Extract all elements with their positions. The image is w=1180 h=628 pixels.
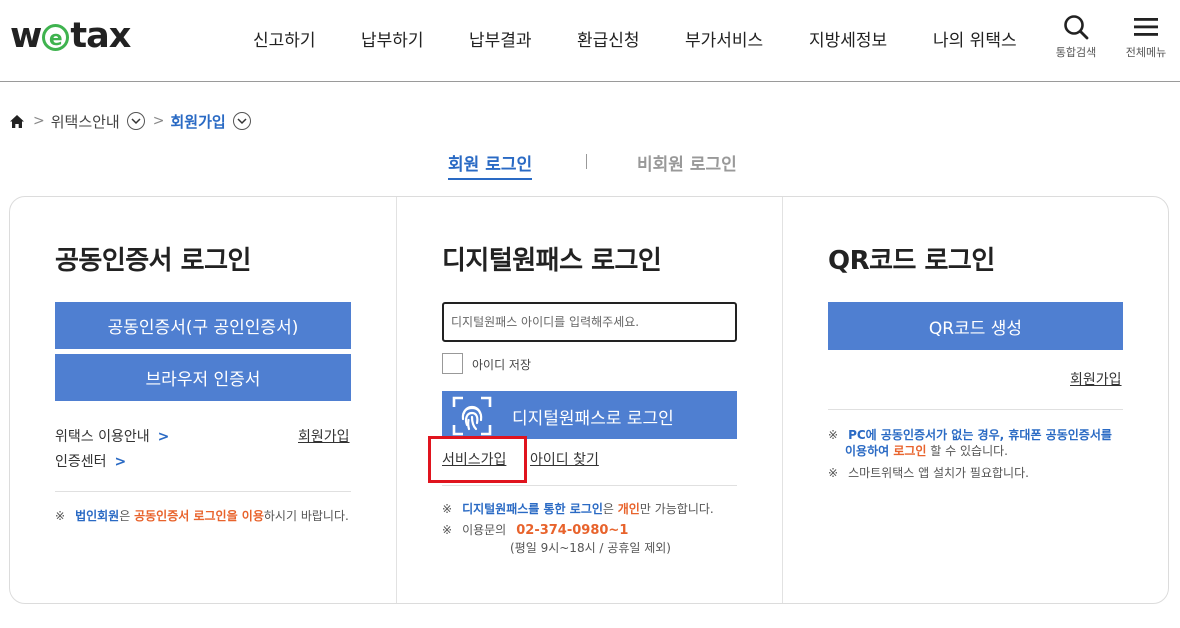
notice-text: 만 가능합니다. bbox=[639, 502, 714, 516]
qr-notice-app: 스마트위택스 앱 설치가 필요합니다. bbox=[848, 466, 1029, 480]
notice-text: 은 bbox=[119, 509, 135, 523]
qr-login-title: QR코드 로그인 bbox=[828, 246, 995, 276]
tab-nonmember-login[interactable]: 비회원 로그인 bbox=[637, 150, 737, 175]
chevron-down-icon[interactable] bbox=[126, 112, 145, 130]
save-id-label: 아이디 저장 bbox=[472, 358, 532, 372]
digital-onepass-title: 디지털원패스 로그인 bbox=[442, 246, 662, 276]
notice-text: 은 bbox=[602, 502, 618, 516]
nav-item-my-wetax[interactable]: 나의 위택스 bbox=[933, 26, 1017, 51]
divider bbox=[442, 485, 737, 486]
full-menu-button[interactable]: 전체메뉴 bbox=[1116, 14, 1176, 60]
signup-link[interactable]: 회원가입 bbox=[298, 426, 350, 446]
qr-notice-1-cont: 이용하여 로그인 할 수 있습니다. bbox=[845, 443, 1008, 460]
fingerprint-icon bbox=[452, 396, 492, 436]
home-icon[interactable] bbox=[9, 114, 25, 129]
qr-notice-2: ※ 스마트위택스 앱 설치가 필요합니다. bbox=[828, 465, 1029, 482]
notice-mark: ※ bbox=[828, 428, 839, 442]
notice-mark: ※ bbox=[442, 502, 453, 516]
inquiry-notice: ※ 이용문의 02-374-0980~1 bbox=[442, 522, 628, 539]
inquiry-phone: 02-374-0980~1 bbox=[516, 523, 629, 538]
search-label: 통합검색 bbox=[1055, 46, 1097, 59]
search-icon bbox=[1064, 15, 1089, 40]
cert-login-title: 공동인증서 로그인 bbox=[55, 246, 251, 276]
nav-item-refund[interactable]: 환급신청 bbox=[577, 26, 640, 51]
column-divider bbox=[782, 197, 783, 603]
nav-item-report[interactable]: 신고하기 bbox=[253, 26, 316, 51]
wetax-logo[interactable]: w e tax bbox=[10, 16, 131, 56]
tab-member-login[interactable]: 회원 로그인 bbox=[448, 150, 533, 180]
full-menu-label: 전체메뉴 bbox=[1125, 46, 1167, 59]
cert-notice: ※ 법인회원은 공동인증서 로그인을 이용하시기 바랍니다. bbox=[55, 508, 349, 525]
onepass-id-input[interactable] bbox=[442, 302, 737, 342]
qr-generate-button[interactable]: QR코드 생성 bbox=[828, 302, 1123, 350]
nav-item-payment[interactable]: 납부하기 bbox=[361, 26, 424, 51]
tab-divider bbox=[586, 154, 587, 169]
notice-emphasis: 공동인증서 로그인을 이용 bbox=[134, 509, 264, 523]
qr-notice-1: ※ PC에 공동인증서가 없는 경우, 휴대폰 공동인증서를 bbox=[828, 427, 1112, 444]
notice-mark: ※ bbox=[442, 523, 453, 537]
qr-notice-login: 로그인 bbox=[893, 444, 927, 458]
inquiry-label: 이용문의 bbox=[462, 523, 507, 537]
find-id-link[interactable]: 아이디 찾기 bbox=[530, 449, 599, 469]
onepass-login-button[interactable]: 디지털원패스로 로그인 bbox=[442, 391, 737, 439]
divider bbox=[828, 409, 1123, 410]
hamburger-menu-icon bbox=[1134, 18, 1158, 36]
onepass-login-label: 디지털원패스로 로그인 bbox=[512, 409, 674, 429]
notice-individual: 개인 bbox=[617, 502, 640, 516]
notice-corporate: 법인회원 bbox=[75, 509, 120, 523]
logo-text-w: w bbox=[10, 16, 42, 56]
chevron-right-icon: > bbox=[152, 113, 165, 129]
qr-signup-link[interactable]: 회원가입 bbox=[1070, 369, 1122, 389]
logo-text-tax: tax bbox=[70, 16, 131, 56]
cert-center-label: 인증센터 bbox=[55, 454, 107, 470]
wetax-guide-label: 위택스 이용안내 bbox=[55, 429, 150, 445]
chevron-down-icon[interactable] bbox=[232, 112, 251, 130]
divider bbox=[55, 491, 351, 492]
logo-e-icon: e bbox=[42, 24, 70, 51]
search-button[interactable]: 통합검색 bbox=[1046, 14, 1106, 60]
cert-center-link[interactable]: 인증센터 > bbox=[55, 451, 126, 471]
wetax-guide-link[interactable]: 위택스 이용안내 > bbox=[55, 426, 169, 446]
qr-notice-text: 할 수 있습니다. bbox=[926, 444, 1008, 458]
notice-mark: ※ bbox=[55, 509, 66, 523]
qr-notice-line1: PC에 공동인증서가 없는 경우, 휴대폰 공동인증서를 bbox=[848, 428, 1112, 442]
onepass-notice: ※ 디지털원패스를 통한 로그인은 개인만 가능합니다. bbox=[442, 501, 714, 518]
chevron-right-icon: > bbox=[33, 113, 45, 129]
breadcrumb-item-signup[interactable]: 회원가입 bbox=[170, 111, 225, 132]
site-header: w e tax 신고하기 납부하기 납부결과 환급신청 부가서비스 지방세정보 나의… bbox=[0, 0, 1180, 82]
nav-item-payment-result[interactable]: 납부결과 bbox=[469, 26, 532, 51]
nav-item-local-tax-info[interactable]: 지방세정보 bbox=[809, 26, 887, 51]
breadcrumb-item-wetax-guide[interactable]: 위택스안내 bbox=[51, 111, 120, 132]
notice-mark: ※ bbox=[828, 466, 839, 480]
qr-notice-use: 이용하여 bbox=[845, 444, 894, 458]
service-signup-link[interactable]: 서비스가입 bbox=[442, 449, 506, 469]
nav-item-extra-services[interactable]: 부가서비스 bbox=[685, 26, 763, 51]
chevron-right-icon: > bbox=[114, 454, 127, 470]
joint-cert-button[interactable]: 공동인증서(구 공인인증서) bbox=[55, 302, 351, 349]
browser-cert-button[interactable]: 브라우저 인증서 bbox=[55, 354, 351, 401]
inquiry-hours: (평일 9시~18시 / 공휴일 제외) bbox=[510, 541, 671, 555]
breadcrumb: > 위택스안내 > 회원가입 bbox=[9, 110, 251, 132]
save-id-checkbox[interactable] bbox=[442, 353, 463, 374]
chevron-right-icon: > bbox=[157, 429, 170, 445]
notice-text: 하시기 바랍니다. bbox=[263, 509, 349, 523]
notice-onepass: 디지털원패스를 통한 로그인 bbox=[462, 502, 603, 516]
column-divider bbox=[396, 197, 397, 603]
